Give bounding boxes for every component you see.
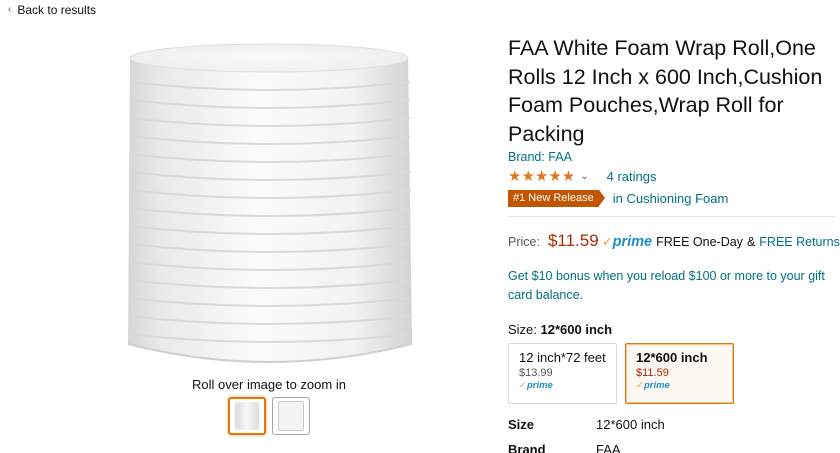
prime-logo[interactable]: prime — [613, 234, 653, 250]
size-label-row: Size: 12*600 inch — [508, 322, 838, 337]
spec-key: Size — [508, 417, 535, 432]
ampersand: & — [746, 235, 756, 249]
size-option-name: 12 inch*72 feet — [519, 350, 606, 365]
price-row: Price: $11.59 ✓ prime FREE One-Day & FREE… — [508, 231, 840, 251]
size-option-prime: ✓prime — [636, 380, 670, 391]
zoom-hint: Roll over image to zoom in — [192, 377, 346, 392]
prime-check-icon: ✓ — [519, 380, 527, 391]
thumbnail-1[interactable] — [228, 397, 266, 435]
size-option-12x600in[interactable]: 12*600 inch $11.59 ✓prime — [625, 343, 734, 404]
spec-value: FAA — [596, 442, 621, 453]
thumbnail-strip — [228, 397, 310, 435]
size-option-name: 12*600 inch — [636, 350, 708, 365]
spec-row-size: Size 12*600 inch — [508, 417, 838, 432]
size-option-prime: ✓prime — [519, 380, 553, 391]
size-selected-value: 12*600 inch — [540, 322, 613, 337]
spec-row-brand: Brand FAA — [508, 442, 838, 453]
star-rating-icon[interactable]: ★★★★★ — [508, 167, 575, 185]
product-detail: FAA White Foam Wrap Roll,One Rolls 12 In… — [508, 34, 840, 453]
price-label: Price: — [508, 235, 540, 249]
price-value: $11.59 — [547, 231, 599, 250]
badge-category-link[interactable]: in Cushioning Foam — [613, 191, 729, 206]
delivery-text: FREE One-Day — [656, 235, 743, 249]
product-title: FAA White Foam Wrap Roll,One Rolls 12 In… — [508, 36, 823, 146]
brand-link[interactable]: Brand: FAA — [508, 150, 838, 164]
size-option-12in-72ft[interactable]: 12 inch*72 feet $13.99 ✓prime — [508, 343, 617, 404]
gift-card-bonus-link[interactable]: Get $10 bonus when you reload $100 or mo… — [508, 267, 838, 305]
size-label: Size: — [508, 322, 537, 337]
chevron-down-icon[interactable]: ⌄ — [580, 171, 588, 182]
thumbnail-2[interactable] — [272, 397, 310, 435]
thumbnail-roll-image — [235, 402, 259, 430]
new-release-badge[interactable]: #1 New Release — [508, 190, 605, 207]
size-option-price: $11.59 — [636, 367, 669, 379]
free-returns-link[interactable]: FREE Returns — [759, 235, 840, 249]
divider — [508, 216, 835, 217]
spec-value: 12*600 inch — [596, 417, 665, 432]
ratings-count-link[interactable]: 4 ratings — [607, 169, 657, 184]
product-main-image[interactable] — [124, 40, 414, 375]
image-gallery: Roll over image to zoom in — [0, 0, 500, 453]
spec-key: Brand — [508, 442, 546, 453]
rating-row: ★★★★★ ⌄ 4 ratings — [508, 167, 838, 185]
size-options: 12 inch*72 feet $13.99 ✓prime 12*600 inc… — [508, 343, 838, 404]
size-option-price: $13.99 — [519, 367, 553, 379]
prime-check-icon: ✓ — [636, 380, 644, 391]
new-release-row: #1 New Release in Cushioning Foam — [508, 190, 838, 207]
thumbnail-sheet-image — [278, 401, 304, 431]
prime-check-icon: ✓ — [601, 234, 613, 249]
